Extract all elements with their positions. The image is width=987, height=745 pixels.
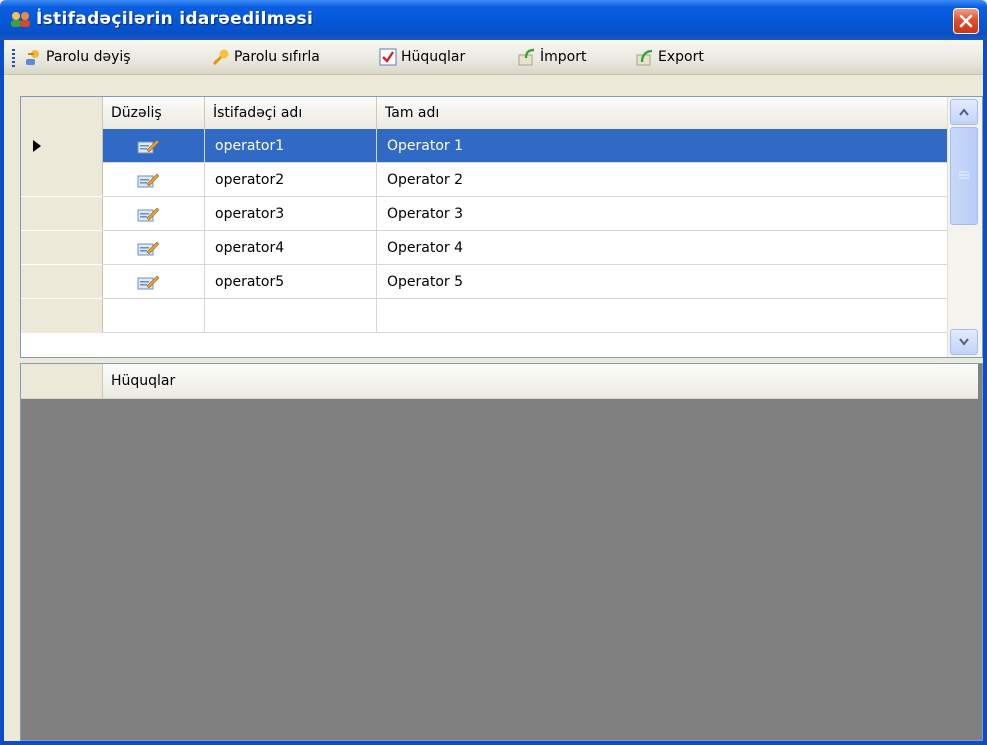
rights-grid: Hüquqlar	[20, 363, 983, 741]
row-header[interactable]	[21, 299, 103, 333]
table-row[interactable]: operator4 Operator 4	[21, 231, 948, 265]
column-header-username[interactable]: İstifadəçi adı	[205, 97, 377, 129]
close-button[interactable]	[953, 8, 979, 34]
rights-button[interactable]: Hüquqlar	[379, 46, 465, 68]
users-grid-header: Düzəliş İstifadəçi adı Tam adı	[21, 97, 948, 130]
row-header[interactable]	[21, 163, 103, 197]
change-password-label: Parolu dəyiş	[46, 49, 131, 65]
edit-icon	[137, 275, 159, 290]
row-header[interactable]	[21, 197, 103, 231]
edit-cell[interactable]	[103, 299, 205, 333]
current-row-arrow-icon	[33, 140, 41, 152]
toolbar-grip[interactable]	[12, 49, 15, 67]
table-row[interactable]: operator2 Operator 2	[21, 163, 948, 197]
username-cell[interactable]: operator1	[205, 129, 377, 163]
window-client: Parolu dəyiş Parolu sıfırla Hüquqlar İmp…	[4, 40, 983, 741]
scrollbar-thumb[interactable]	[950, 127, 978, 225]
edit-cell[interactable]	[103, 163, 205, 197]
toolbar: Parolu dəyiş Parolu sıfırla Hüquqlar İmp…	[4, 40, 983, 75]
row-header[interactable]	[21, 231, 103, 265]
window-title: İstifadəçilərin idarəedilməsi	[36, 9, 314, 29]
row-header-corner	[21, 97, 103, 129]
edit-cell[interactable]	[103, 265, 205, 299]
edit-icon	[137, 173, 159, 188]
import-button[interactable]: İmport	[518, 46, 586, 68]
close-icon	[959, 14, 973, 28]
key-icon	[212, 48, 230, 66]
grip-lines-icon	[959, 171, 969, 179]
column-header-edit[interactable]: Düzəliş	[103, 97, 205, 129]
table-row[interactable]: operator3 Operator 3	[21, 197, 948, 231]
table-row-partial[interactable]	[21, 299, 948, 333]
change-password-button[interactable]: Parolu dəyiş	[24, 46, 131, 68]
username-cell[interactable]: operator3	[205, 197, 377, 231]
row-header[interactable]	[21, 129, 103, 163]
edit-cell[interactable]	[103, 197, 205, 231]
fullname-cell[interactable]: Operator 3	[377, 197, 948, 231]
username-cell[interactable]: operator5	[205, 265, 377, 299]
chevron-up-icon	[959, 108, 969, 116]
column-header-fullname[interactable]: Tam adı	[377, 97, 948, 129]
vertical-scrollbar[interactable]	[947, 97, 982, 357]
chevron-down-icon	[959, 338, 969, 346]
scroll-down-button[interactable]	[950, 329, 978, 355]
table-row[interactable]: operator1 Operator 1	[21, 129, 948, 163]
export-button[interactable]: Export	[636, 46, 704, 68]
reset-password-label: Parolu sıfırla	[234, 49, 320, 65]
rights-grid-header: Hüquqlar	[21, 364, 978, 399]
fullname-cell[interactable]: Operator 2	[377, 163, 948, 197]
title-bar: İstifadəçilərin idarəedilməsi	[0, 0, 987, 40]
username-cell[interactable]: operator4	[205, 231, 377, 265]
import-icon	[518, 48, 536, 66]
row-header-corner	[21, 364, 103, 398]
table-row[interactable]: operator5 Operator 5	[21, 265, 948, 299]
fullname-cell[interactable]: Operator 1	[377, 129, 948, 163]
rights-label: Hüquqlar	[401, 49, 466, 65]
reset-password-button[interactable]: Parolu sıfırla	[212, 46, 320, 68]
export-icon	[636, 48, 654, 66]
users-grid: Düzəliş İstifadəçi adı Tam adı operator1…	[20, 96, 983, 358]
fullname-cell[interactable]	[377, 299, 948, 333]
edit-icon	[137, 241, 159, 256]
scroll-up-button[interactable]	[950, 99, 978, 125]
edit-icon	[137, 207, 159, 222]
fullname-cell[interactable]: Operator 4	[377, 231, 948, 265]
export-label: Export	[658, 49, 704, 65]
key-user-icon	[24, 48, 42, 66]
edit-cell[interactable]	[103, 231, 205, 265]
fullname-cell[interactable]: Operator 5	[377, 265, 948, 299]
window-frame: Parolu dəyiş Parolu sıfırla Hüquqlar İmp…	[0, 40, 987, 745]
column-header-rights[interactable]: Hüquqlar	[103, 364, 978, 398]
users-icon	[10, 10, 32, 28]
edit-cell[interactable]	[103, 129, 205, 163]
import-label: İmport	[540, 49, 587, 65]
edit-icon	[137, 139, 159, 154]
username-cell[interactable]: operator2	[205, 163, 377, 197]
username-cell[interactable]	[205, 299, 377, 333]
checkbox-icon	[379, 48, 397, 66]
row-header[interactable]	[21, 265, 103, 299]
